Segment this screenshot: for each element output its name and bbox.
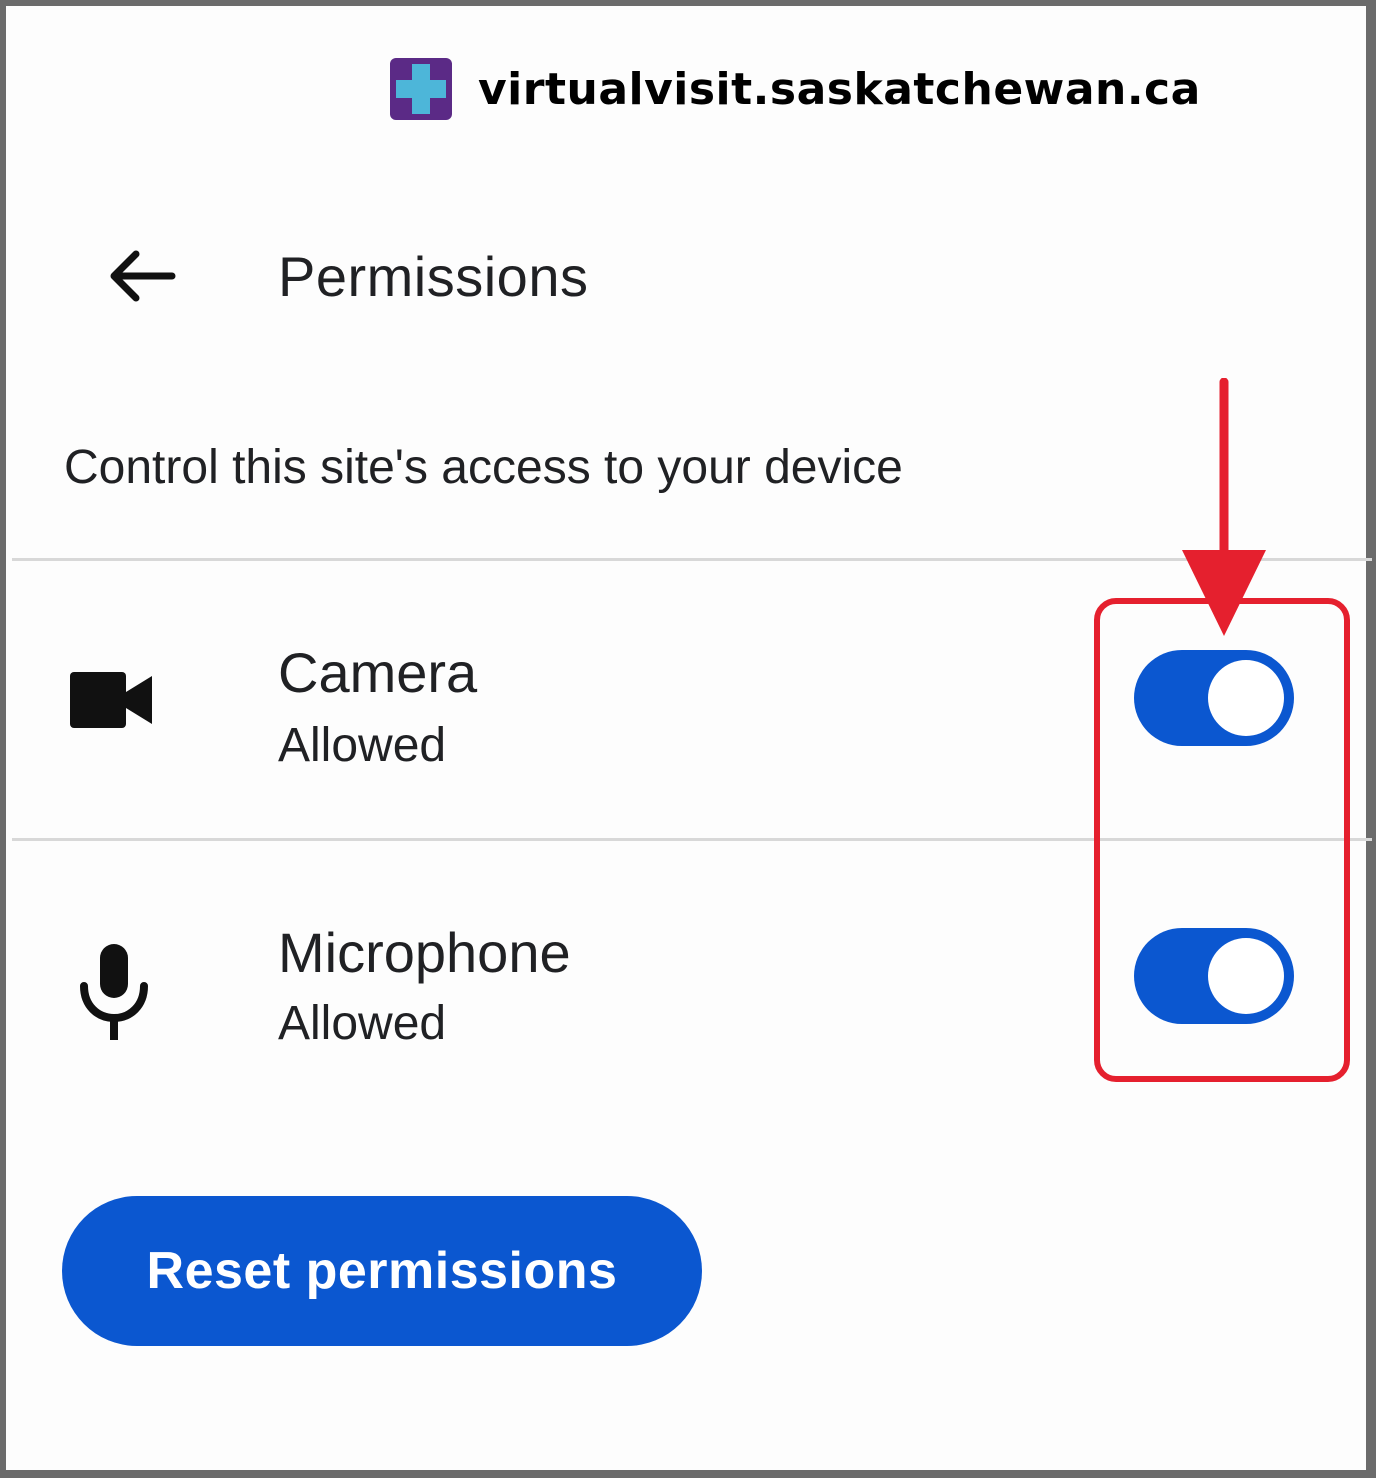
mic-icon <box>72 940 156 1049</box>
permission-name: Microphone <box>278 921 571 984</box>
page-description: Control this site's access to your devic… <box>64 441 903 494</box>
site-header: virtualvisit.saskatchewan.ca <box>390 58 1201 120</box>
site-logo-icon <box>390 58 452 120</box>
site-domain: virtualvisit.saskatchewan.ca <box>478 63 1201 115</box>
annotation-arrow-icon <box>1182 378 1266 636</box>
divider <box>12 558 1372 561</box>
page-title: Permissions <box>278 245 589 308</box>
back-button[interactable] <box>88 234 192 318</box>
reset-permissions-button[interactable]: Reset permissions <box>62 1196 702 1346</box>
permission-status: Allowed <box>278 719 447 772</box>
permission-status: Allowed <box>278 997 447 1050</box>
arrow-back-icon <box>110 250 176 302</box>
permission-name: Camera <box>278 641 478 704</box>
permissions-panel: virtualvisit.saskatchewan.ca Permissions… <box>0 0 1376 1478</box>
videocam-icon <box>68 668 154 737</box>
annotation-highlight-box <box>1094 598 1350 1082</box>
